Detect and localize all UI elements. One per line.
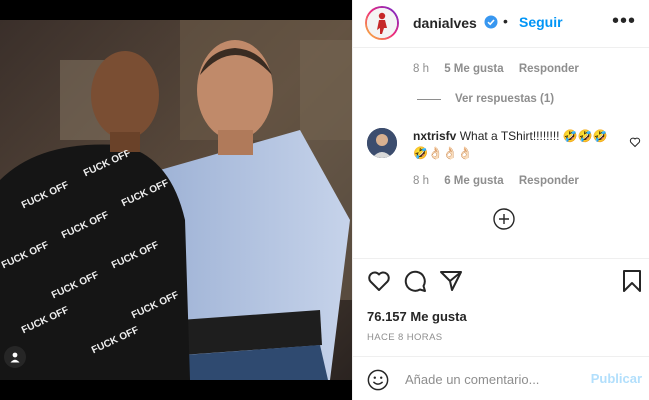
post-side-panel: danialves • Seguir ••• 8 h 5 Me gusta Re…	[352, 0, 649, 400]
comment-likes-link[interactable]: 5 Me gusta	[444, 63, 503, 75]
share-paper-plane-icon[interactable]	[439, 269, 463, 293]
comment-bubble-icon[interactable]	[403, 269, 427, 293]
shirt-text: FUCK OFF	[90, 324, 141, 357]
save-bookmark-icon[interactable]	[621, 269, 643, 293]
avatar-image	[367, 8, 397, 38]
shirt-text: FUCK OFF	[110, 239, 161, 272]
shirt-text: FUCK OFF	[50, 269, 101, 302]
comment-bar: Publicar	[353, 356, 649, 400]
post-actions: 76.157 Me gusta HACE 8 HORAS	[353, 258, 649, 355]
view-replies-button[interactable]: Ver respuestas (1)	[417, 93, 554, 105]
shirt-text: FUCK OFF	[20, 179, 71, 212]
replies-divider	[417, 98, 441, 100]
view-replies-label: Ver respuestas (1)	[455, 93, 555, 105]
emoji-icon[interactable]	[367, 369, 389, 391]
shirt-text: FUCK OFF	[0, 239, 51, 272]
post-photo-pane: FUCK OFF FUCK OFF FUCK OFF FUCK OFF FUCK…	[0, 0, 352, 400]
comment-time: 8 h	[413, 175, 429, 187]
comment-avatar[interactable]	[367, 128, 397, 158]
shirt-text: FUCK OFF	[130, 289, 181, 322]
comment-meta: 8 h 6 Me gusta Responder	[413, 175, 591, 187]
post-header: danialves • Seguir •••	[353, 0, 649, 48]
publish-button[interactable]: Publicar	[591, 371, 642, 386]
more-options-button[interactable]: •••	[612, 10, 636, 33]
shirt-text: FUCK OFF	[120, 177, 171, 210]
shirt-text: FUCK OFF	[60, 209, 111, 242]
post-username[interactable]: danialves	[413, 15, 477, 31]
comment-meta: 8 h 5 Me gusta Responder	[413, 63, 591, 75]
comment-username[interactable]: nxtrisfv	[413, 129, 456, 143]
reply-button[interactable]: Responder	[519, 175, 579, 187]
tagged-users-button[interactable]	[4, 346, 26, 368]
user-icon	[10, 352, 20, 363]
comment-input[interactable]	[403, 368, 587, 390]
comment-body: nxtrisfv What a TShirt!!!!!!!! 🤣🤣🤣🤣👌🏻👌🏻👌…	[413, 128, 618, 162]
like-heart-icon[interactable]	[367, 269, 391, 293]
reply-button[interactable]: Responder	[519, 63, 579, 75]
load-more-comments-plus-icon[interactable]	[493, 208, 515, 230]
verified-badge-icon	[484, 15, 498, 29]
comment-time: 8 h	[413, 63, 429, 75]
shirt-text: FUCK OFF	[20, 304, 71, 337]
header-separator: •	[503, 13, 508, 29]
post-timestamp: HACE 8 HORAS	[367, 332, 443, 343]
avatar[interactable]	[365, 6, 399, 40]
shirt-print: FUCK OFF FUCK OFF FUCK OFF FUCK OFF FUCK…	[0, 150, 190, 370]
shirt-text: FUCK OFF	[82, 150, 133, 180]
comment-likes-link[interactable]: 6 Me gusta	[444, 175, 503, 187]
like-comment-heart-icon[interactable]	[629, 136, 641, 148]
follow-button[interactable]: Seguir	[519, 14, 563, 30]
likes-count[interactable]: 76.157 Me gusta	[367, 309, 467, 324]
